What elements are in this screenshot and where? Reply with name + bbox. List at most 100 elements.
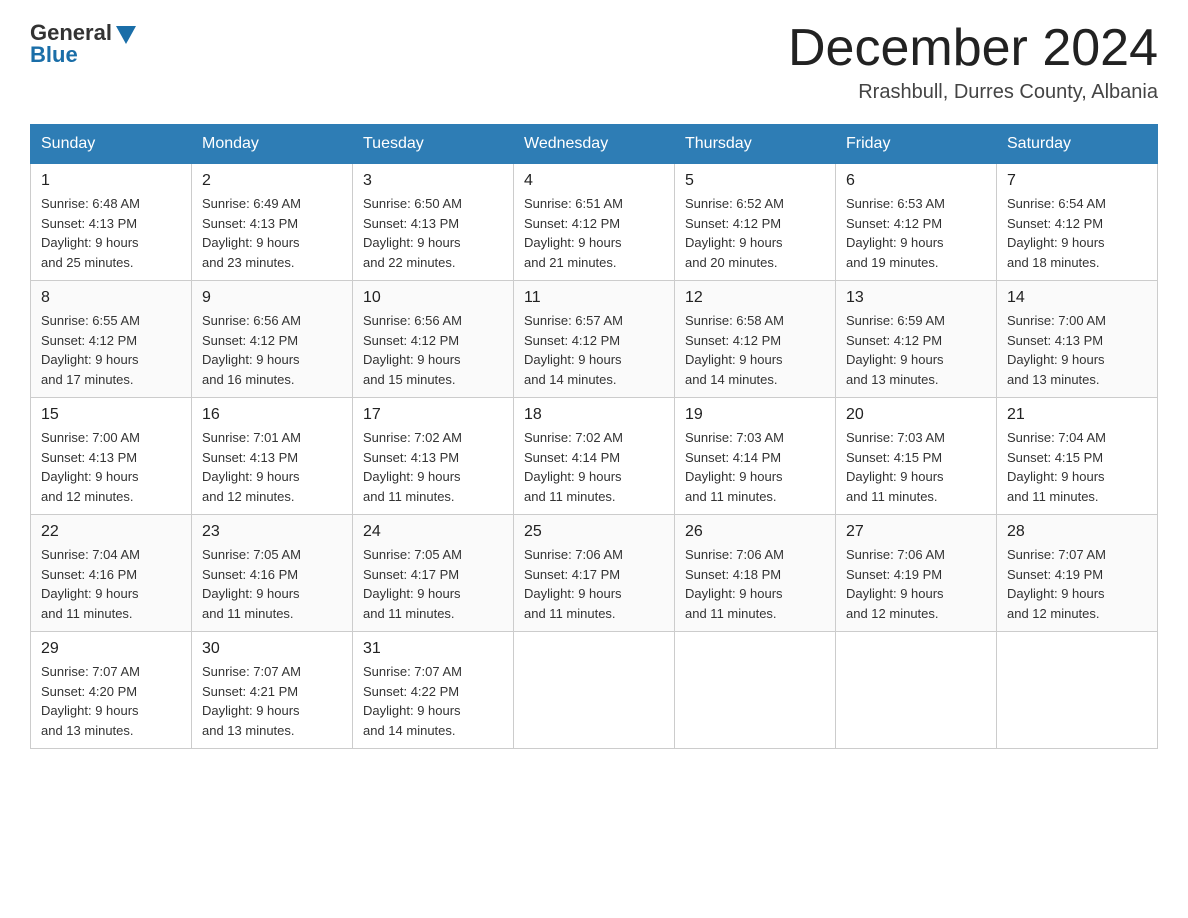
day-info: Sunrise: 7:04 AM Sunset: 4:16 PM Dayligh… (41, 545, 181, 623)
calendar-day-cell: 12 Sunrise: 6:58 AM Sunset: 4:12 PM Dayl… (675, 281, 836, 398)
calendar-day-cell: 21 Sunrise: 7:04 AM Sunset: 4:15 PM Dayl… (997, 398, 1158, 515)
location-title: Rrashbull, Durres County, Albania (788, 81, 1158, 104)
day-number: 13 (846, 289, 986, 307)
calendar-day-cell: 9 Sunrise: 6:56 AM Sunset: 4:12 PM Dayli… (192, 281, 353, 398)
day-number: 11 (524, 289, 664, 307)
day-number: 26 (685, 523, 825, 541)
column-header-tuesday: Tuesday (353, 125, 514, 164)
day-info: Sunrise: 7:03 AM Sunset: 4:15 PM Dayligh… (846, 428, 986, 506)
calendar-header-row: SundayMondayTuesdayWednesdayThursdayFrid… (31, 125, 1158, 164)
day-number: 10 (363, 289, 503, 307)
calendar-day-cell: 26 Sunrise: 7:06 AM Sunset: 4:18 PM Dayl… (675, 515, 836, 632)
day-info: Sunrise: 6:56 AM Sunset: 4:12 PM Dayligh… (363, 311, 503, 389)
month-title: December 2024 (788, 20, 1158, 77)
day-info: Sunrise: 6:58 AM Sunset: 4:12 PM Dayligh… (685, 311, 825, 389)
day-number: 17 (363, 406, 503, 424)
day-info: Sunrise: 6:53 AM Sunset: 4:12 PM Dayligh… (846, 194, 986, 272)
day-number: 20 (846, 406, 986, 424)
calendar-day-cell: 24 Sunrise: 7:05 AM Sunset: 4:17 PM Dayl… (353, 515, 514, 632)
calendar-week-row: 15 Sunrise: 7:00 AM Sunset: 4:13 PM Dayl… (31, 398, 1158, 515)
day-number: 24 (363, 523, 503, 541)
day-info: Sunrise: 6:52 AM Sunset: 4:12 PM Dayligh… (685, 194, 825, 272)
day-info: Sunrise: 7:05 AM Sunset: 4:17 PM Dayligh… (363, 545, 503, 623)
calendar-day-cell: 3 Sunrise: 6:50 AM Sunset: 4:13 PM Dayli… (353, 164, 514, 281)
day-number: 16 (202, 406, 342, 424)
day-info: Sunrise: 6:49 AM Sunset: 4:13 PM Dayligh… (202, 194, 342, 272)
day-number: 23 (202, 523, 342, 541)
calendar-day-cell: 17 Sunrise: 7:02 AM Sunset: 4:13 PM Dayl… (353, 398, 514, 515)
day-info: Sunrise: 6:50 AM Sunset: 4:13 PM Dayligh… (363, 194, 503, 272)
day-number: 1 (41, 172, 181, 190)
day-info: Sunrise: 7:02 AM Sunset: 4:13 PM Dayligh… (363, 428, 503, 506)
empty-cell (836, 632, 997, 749)
day-number: 14 (1007, 289, 1147, 307)
day-info: Sunrise: 7:07 AM Sunset: 4:22 PM Dayligh… (363, 662, 503, 740)
day-number: 15 (41, 406, 181, 424)
calendar-day-cell: 23 Sunrise: 7:05 AM Sunset: 4:16 PM Dayl… (192, 515, 353, 632)
empty-cell (997, 632, 1158, 749)
day-info: Sunrise: 6:55 AM Sunset: 4:12 PM Dayligh… (41, 311, 181, 389)
calendar-week-row: 8 Sunrise: 6:55 AM Sunset: 4:12 PM Dayli… (31, 281, 1158, 398)
day-number: 9 (202, 289, 342, 307)
logo-arrow-icon (116, 26, 136, 44)
day-info: Sunrise: 7:07 AM Sunset: 4:20 PM Dayligh… (41, 662, 181, 740)
day-info: Sunrise: 7:00 AM Sunset: 4:13 PM Dayligh… (41, 428, 181, 506)
day-info: Sunrise: 6:48 AM Sunset: 4:13 PM Dayligh… (41, 194, 181, 272)
day-info: Sunrise: 7:07 AM Sunset: 4:19 PM Dayligh… (1007, 545, 1147, 623)
calendar-day-cell: 1 Sunrise: 6:48 AM Sunset: 4:13 PM Dayli… (31, 164, 192, 281)
calendar-day-cell: 30 Sunrise: 7:07 AM Sunset: 4:21 PM Dayl… (192, 632, 353, 749)
day-number: 7 (1007, 172, 1147, 190)
calendar-day-cell: 27 Sunrise: 7:06 AM Sunset: 4:19 PM Dayl… (836, 515, 997, 632)
calendar-day-cell: 2 Sunrise: 6:49 AM Sunset: 4:13 PM Dayli… (192, 164, 353, 281)
calendar-day-cell: 15 Sunrise: 7:00 AM Sunset: 4:13 PM Dayl… (31, 398, 192, 515)
day-info: Sunrise: 7:05 AM Sunset: 4:16 PM Dayligh… (202, 545, 342, 623)
calendar-day-cell: 16 Sunrise: 7:01 AM Sunset: 4:13 PM Dayl… (192, 398, 353, 515)
day-number: 18 (524, 406, 664, 424)
calendar-day-cell: 13 Sunrise: 6:59 AM Sunset: 4:12 PM Dayl… (836, 281, 997, 398)
calendar-day-cell: 11 Sunrise: 6:57 AM Sunset: 4:12 PM Dayl… (514, 281, 675, 398)
calendar-day-cell: 7 Sunrise: 6:54 AM Sunset: 4:12 PM Dayli… (997, 164, 1158, 281)
day-info: Sunrise: 7:02 AM Sunset: 4:14 PM Dayligh… (524, 428, 664, 506)
day-info: Sunrise: 7:00 AM Sunset: 4:13 PM Dayligh… (1007, 311, 1147, 389)
calendar-day-cell: 22 Sunrise: 7:04 AM Sunset: 4:16 PM Dayl… (31, 515, 192, 632)
day-info: Sunrise: 7:06 AM Sunset: 4:18 PM Dayligh… (685, 545, 825, 623)
page-header: General Blue December 2024 Rrashbull, Du… (30, 20, 1158, 104)
column-header-sunday: Sunday (31, 125, 192, 164)
calendar-day-cell: 5 Sunrise: 6:52 AM Sunset: 4:12 PM Dayli… (675, 164, 836, 281)
day-number: 6 (846, 172, 986, 190)
day-info: Sunrise: 6:51 AM Sunset: 4:12 PM Dayligh… (524, 194, 664, 272)
calendar-day-cell: 25 Sunrise: 7:06 AM Sunset: 4:17 PM Dayl… (514, 515, 675, 632)
day-number: 31 (363, 640, 503, 658)
column-header-friday: Friday (836, 125, 997, 164)
day-number: 28 (1007, 523, 1147, 541)
day-info: Sunrise: 6:57 AM Sunset: 4:12 PM Dayligh… (524, 311, 664, 389)
calendar-week-row: 1 Sunrise: 6:48 AM Sunset: 4:13 PM Dayli… (31, 164, 1158, 281)
calendar-day-cell: 8 Sunrise: 6:55 AM Sunset: 4:12 PM Dayli… (31, 281, 192, 398)
logo: General Blue (30, 20, 136, 68)
column-header-thursday: Thursday (675, 125, 836, 164)
day-number: 29 (41, 640, 181, 658)
column-header-saturday: Saturday (997, 125, 1158, 164)
day-number: 12 (685, 289, 825, 307)
day-number: 4 (524, 172, 664, 190)
empty-cell (675, 632, 836, 749)
calendar-table: SundayMondayTuesdayWednesdayThursdayFrid… (30, 124, 1158, 749)
day-number: 19 (685, 406, 825, 424)
calendar-day-cell: 29 Sunrise: 7:07 AM Sunset: 4:20 PM Dayl… (31, 632, 192, 749)
calendar-day-cell: 20 Sunrise: 7:03 AM Sunset: 4:15 PM Dayl… (836, 398, 997, 515)
calendar-day-cell: 14 Sunrise: 7:00 AM Sunset: 4:13 PM Dayl… (997, 281, 1158, 398)
day-info: Sunrise: 6:56 AM Sunset: 4:12 PM Dayligh… (202, 311, 342, 389)
day-number: 8 (41, 289, 181, 307)
calendar-week-row: 29 Sunrise: 7:07 AM Sunset: 4:20 PM Dayl… (31, 632, 1158, 749)
calendar-day-cell: 19 Sunrise: 7:03 AM Sunset: 4:14 PM Dayl… (675, 398, 836, 515)
day-number: 5 (685, 172, 825, 190)
day-info: Sunrise: 6:59 AM Sunset: 4:12 PM Dayligh… (846, 311, 986, 389)
day-info: Sunrise: 7:03 AM Sunset: 4:14 PM Dayligh… (685, 428, 825, 506)
day-info: Sunrise: 7:01 AM Sunset: 4:13 PM Dayligh… (202, 428, 342, 506)
calendar-day-cell: 28 Sunrise: 7:07 AM Sunset: 4:19 PM Dayl… (997, 515, 1158, 632)
calendar-day-cell: 18 Sunrise: 7:02 AM Sunset: 4:14 PM Dayl… (514, 398, 675, 515)
day-info: Sunrise: 7:06 AM Sunset: 4:17 PM Dayligh… (524, 545, 664, 623)
column-header-monday: Monday (192, 125, 353, 164)
day-info: Sunrise: 6:54 AM Sunset: 4:12 PM Dayligh… (1007, 194, 1147, 272)
logo-blue-text: Blue (30, 42, 78, 68)
